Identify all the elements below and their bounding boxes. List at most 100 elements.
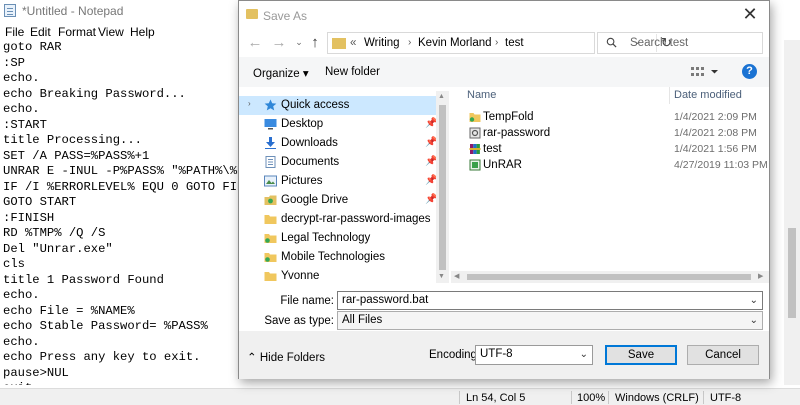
search-box[interactable]: Search test [597, 32, 763, 54]
shared-folder-icon [469, 113, 481, 122]
desktop-icon [264, 119, 277, 130]
back-arrow-icon[interactable]: ← [246, 34, 264, 52]
view-options-icon[interactable] [691, 65, 721, 79]
nav-item-label: Desktop [281, 118, 324, 130]
cancel-button[interactable]: Cancel [687, 345, 759, 365]
column-header-date-modified[interactable]: Date modified [674, 89, 742, 101]
file-name-value: rar-password.bat [342, 294, 429, 306]
hide-folders-button[interactable]: ⌃ Hide Folders [247, 350, 325, 364]
nav-item-label: Legal Technology [281, 232, 371, 244]
documents-icon [265, 156, 276, 168]
file-row[interactable]: rar-password 1/4/2021 2:08 PM [451, 125, 769, 141]
menu-format[interactable]: Format [58, 25, 96, 39]
chevron-down-icon[interactable]: ⌄ [750, 315, 758, 326]
scroll-down-icon[interactable]: ▼ [438, 273, 445, 280]
address-bar[interactable]: « Writing › Kevin Morland › test ⌄ ↻ [327, 32, 672, 54]
breadcrumb-item[interactable]: Writing [364, 37, 400, 49]
pictures-icon [264, 175, 277, 187]
nav-item-yvonne[interactable]: Yvonne [239, 267, 437, 283]
file-row[interactable]: UnRAR 4/27/2019 11:03 PM [451, 157, 769, 173]
organize-button[interactable]: Organize ▾ [253, 66, 309, 80]
scrollbar-thumb[interactable] [439, 105, 446, 270]
breadcrumb-chevron-icon[interactable]: › [408, 37, 411, 48]
nav-item-label: Downloads [281, 137, 338, 149]
file-date: 1/4/2021 1:56 PM [674, 143, 757, 155]
nav-item-mobile-technologies[interactable]: Mobile Technologies [239, 248, 437, 267]
nav-item-google-drive[interactable]: Google Drive 📌 [239, 191, 437, 210]
file-name: UnRAR [483, 159, 522, 171]
breadcrumb-chevron-icon[interactable]: › [495, 37, 498, 48]
encoding-select[interactable]: UTF-8 ⌄ [475, 345, 593, 365]
file-name-label: File name: [280, 295, 334, 307]
folder-icon [332, 38, 346, 49]
navigation-pane-scrollbar[interactable]: ▲ ▼ [436, 91, 449, 283]
nav-item-label: Google Drive [281, 194, 349, 206]
folder-icon [264, 215, 277, 224]
encoding-value: UTF-8 [480, 348, 513, 360]
breadcrumb-item[interactable]: Kevin Morland [418, 37, 492, 49]
menu-help[interactable]: Help [130, 25, 155, 39]
nav-item-downloads[interactable]: Downloads 📌 [239, 134, 437, 153]
folder-icon [264, 272, 277, 281]
expand-chevron-icon[interactable]: › [248, 99, 251, 108]
save-as-type-select[interactable]: All Files ⌄ [337, 311, 763, 330]
scroll-left-icon[interactable]: ◀ [454, 272, 459, 280]
save-as-type-value: All Files [342, 314, 383, 326]
forward-arrow-icon[interactable]: → [270, 34, 288, 52]
scroll-up-icon[interactable]: ▲ [438, 93, 445, 100]
status-separator [459, 391, 460, 404]
status-bar: Ln 54, Col 5 100% Windows (CRLF) UTF-8 [0, 388, 800, 405]
breadcrumb-overflow[interactable]: « [350, 37, 356, 49]
search-placeholder: Search test [630, 37, 689, 49]
nav-item-desktop[interactable]: Desktop 📌 [239, 115, 437, 134]
nav-item-decrypt-rar-password-images[interactable]: decrypt-rar-password-images [239, 210, 437, 229]
column-divider[interactable] [669, 87, 670, 104]
zoom-level: 100% [577, 392, 606, 404]
nav-item-pictures[interactable]: Pictures 📌 [239, 172, 437, 191]
scrollbar-thumb[interactable] [788, 228, 796, 318]
chevron-up-icon: ⌃ [247, 352, 257, 364]
shared-folder-icon [264, 234, 277, 243]
nav-item-label: Pictures [281, 175, 323, 187]
nav-item-label: Documents [281, 156, 340, 168]
close-button[interactable]: ✕ [731, 2, 769, 28]
help-icon[interactable]: ? [742, 64, 757, 79]
menu-file[interactable]: File [5, 25, 24, 39]
nav-item-label: Quick access [281, 99, 350, 111]
encoding-label: Encoding: [429, 349, 481, 361]
hide-folders-label: Hide Folders [259, 352, 326, 364]
file-date: 1/4/2021 2:08 PM [674, 127, 757, 139]
save-as-dialog: Save As ✕ ← → ⌄ ↑ « Writing › Kevin Morl… [238, 0, 770, 379]
navigation-row: ← → ⌄ ↑ « Writing › Kevin Morland › test… [239, 29, 769, 57]
up-arrow-icon[interactable]: ↑ [306, 34, 324, 52]
file-name-input[interactable]: rar-password.bat ⌄ [337, 291, 763, 310]
nav-item-documents[interactable]: Documents 📌 [239, 153, 437, 172]
search-icon [606, 37, 617, 48]
file-row[interactable]: TempFold 1/4/2021 2:09 PM [451, 109, 769, 125]
file-row[interactable]: test 1/4/2021 1:56 PM [451, 141, 769, 157]
menu-edit[interactable]: Edit [30, 25, 51, 39]
file-list-horizontal-scrollbar[interactable]: ◀ ▶ [451, 271, 769, 283]
new-folder-button[interactable]: New folder [325, 66, 380, 78]
line-ending: Windows (CRLF) [615, 392, 699, 404]
status-separator [571, 391, 572, 404]
chevron-down-icon[interactable]: ⌄ [580, 349, 588, 360]
file-date: 1/4/2021 2:09 PM [674, 111, 757, 123]
chevron-down-icon[interactable]: ⌄ [750, 295, 758, 306]
menu-view[interactable]: View [98, 25, 124, 39]
nav-item-label: Mobile Technologies [281, 251, 385, 263]
scroll-right-icon[interactable]: ▶ [758, 272, 763, 280]
file-name: test [483, 143, 502, 155]
window-title: *Untitled - Notepad [22, 4, 124, 18]
editor-vertical-scrollbar[interactable] [784, 40, 800, 385]
nav-item-quick-access[interactable]: › Quick access [239, 96, 437, 115]
breadcrumb-item[interactable]: test [505, 37, 524, 49]
file-date: 4/27/2019 11:03 PM [674, 159, 768, 171]
dialog-footer: ⌃ Hide Folders Encoding: UTF-8 ⌄ Save Ca… [239, 331, 769, 379]
nav-item-legal-technology[interactable]: Legal Technology [239, 229, 437, 248]
column-header-name[interactable]: Name [467, 89, 496, 101]
scrollbar-thumb[interactable] [467, 274, 751, 280]
star-icon [264, 99, 277, 111]
save-button[interactable]: Save [605, 345, 677, 365]
editor-line: exit [3, 381, 800, 385]
